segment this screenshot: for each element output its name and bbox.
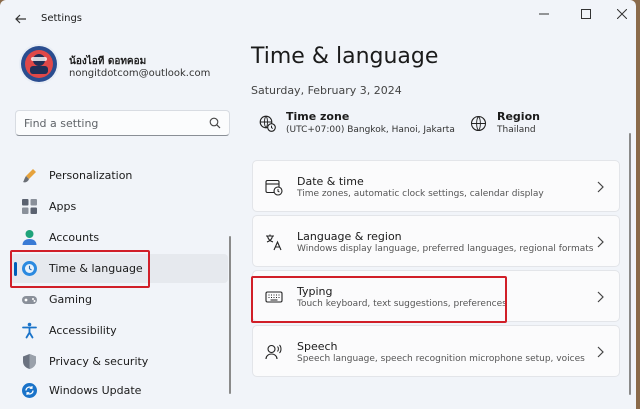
- maximize-button[interactable]: [572, 6, 600, 22]
- globe-icon: [470, 115, 487, 132]
- sidebar-item-apps[interactable]: Apps: [10, 192, 228, 221]
- close-button[interactable]: [608, 6, 636, 22]
- current-date: Saturday, February 3, 2024: [251, 84, 402, 97]
- timezone-info: Time zone (UTC+07:00) Bangkok, Hanoi, Ja…: [259, 110, 459, 140]
- sidebar-item-windows-update[interactable]: Windows Update: [10, 376, 228, 405]
- card-typing[interactable]: Typing Touch keyboard, text suggestions,…: [252, 270, 620, 322]
- sidebar-item-personalization[interactable]: Personalization: [10, 161, 228, 190]
- sidebar-item-privacy-security[interactable]: Privacy & security: [10, 347, 228, 376]
- speech-icon: [265, 344, 282, 360]
- sidebar-item-label: Gaming: [49, 293, 92, 306]
- settings-window: Settings น้องไอที ดอทคอม nongitdotcom@ou…: [0, 0, 636, 409]
- avatar[interactable]: [19, 44, 59, 84]
- card-title: Speech: [297, 340, 338, 353]
- close-icon: [617, 9, 627, 19]
- sidebar-item-gaming[interactable]: Gaming: [10, 285, 228, 314]
- sidebar-item-label: Personalization: [49, 169, 133, 182]
- search-icon[interactable]: [209, 117, 221, 129]
- card-title: Date & time: [297, 175, 364, 188]
- calendar-clock-icon: [265, 179, 283, 196]
- card-title: Typing: [297, 285, 333, 298]
- search-input[interactable]: Find a setting: [15, 110, 230, 136]
- sidebar-item-accounts[interactable]: Accounts: [10, 223, 228, 252]
- sidebar-item-label: Accounts: [49, 231, 100, 244]
- chevron-right-icon: [597, 291, 604, 303]
- person-icon: [22, 230, 37, 245]
- card-subtitle: Windows display language, preferred lang…: [297, 244, 594, 254]
- brush-icon: [23, 169, 36, 183]
- back-arrow-icon: [15, 14, 26, 24]
- user-name: น้องไอที ดอทคอม: [69, 56, 147, 67]
- sidebar-item-label: Accessibility: [49, 324, 117, 337]
- sidebar-item-accessibility[interactable]: Accessibility: [10, 316, 228, 345]
- card-title: Language & region: [297, 230, 402, 243]
- app-title: Settings: [41, 13, 83, 24]
- gamepad-icon: [22, 296, 37, 304]
- card-subtitle: Speech language, speech recognition micr…: [297, 354, 585, 364]
- page-title: Time & language: [251, 44, 439, 69]
- user-avatar-icon: [21, 46, 57, 82]
- sidebar-scrollbar[interactable]: [229, 236, 231, 394]
- update-icon: [22, 383, 37, 398]
- search-placeholder: Find a setting: [24, 117, 99, 130]
- card-language-region[interactable]: Language & region Windows display langua…: [252, 215, 620, 267]
- language-icon: [266, 234, 282, 251]
- globe-clock-icon: [259, 115, 276, 132]
- keyboard-icon: [265, 291, 283, 303]
- card-speech[interactable]: Speech Speech language, speech recogniti…: [252, 325, 620, 377]
- sidebar-item-label: Time & language: [49, 262, 143, 275]
- region-value: Thailand: [497, 125, 536, 135]
- chevron-right-icon: [597, 236, 604, 248]
- accessibility-icon: [22, 322, 37, 339]
- chevron-right-icon: [597, 346, 604, 358]
- shield-icon: [23, 354, 36, 369]
- user-email: nongitdotcom@outlook.com: [69, 68, 211, 79]
- card-date-time[interactable]: Date & time Time zones, automatic clock …: [252, 160, 620, 212]
- sidebar-item-label: Windows Update: [49, 384, 142, 397]
- sidebar-item-label: Apps: [49, 200, 77, 213]
- timezone-label: Time zone: [286, 110, 350, 123]
- card-subtitle: Touch keyboard, text suggestions, prefer…: [297, 299, 507, 309]
- minimize-icon: [539, 13, 549, 15]
- back-button[interactable]: [10, 9, 32, 29]
- minimize-button[interactable]: [530, 6, 558, 22]
- globe-clock-icon: [22, 261, 37, 276]
- main-scrollbar[interactable]: [629, 133, 631, 395]
- chevron-right-icon: [597, 181, 604, 193]
- title-bar: Settings: [0, 0, 636, 38]
- maximize-icon: [581, 9, 591, 19]
- region-info: Region Thailand: [470, 110, 590, 140]
- card-subtitle: Time zones, automatic clock settings, ca…: [297, 189, 544, 199]
- selection-indicator: [14, 262, 17, 276]
- sidebar-item-time-language[interactable]: Time & language: [10, 254, 228, 283]
- sidebar-item-label: Privacy & security: [49, 355, 149, 368]
- apps-icon: [22, 199, 37, 214]
- timezone-value: (UTC+07:00) Bangkok, Hanoi, Jakarta: [286, 125, 455, 135]
- region-label: Region: [497, 110, 540, 123]
